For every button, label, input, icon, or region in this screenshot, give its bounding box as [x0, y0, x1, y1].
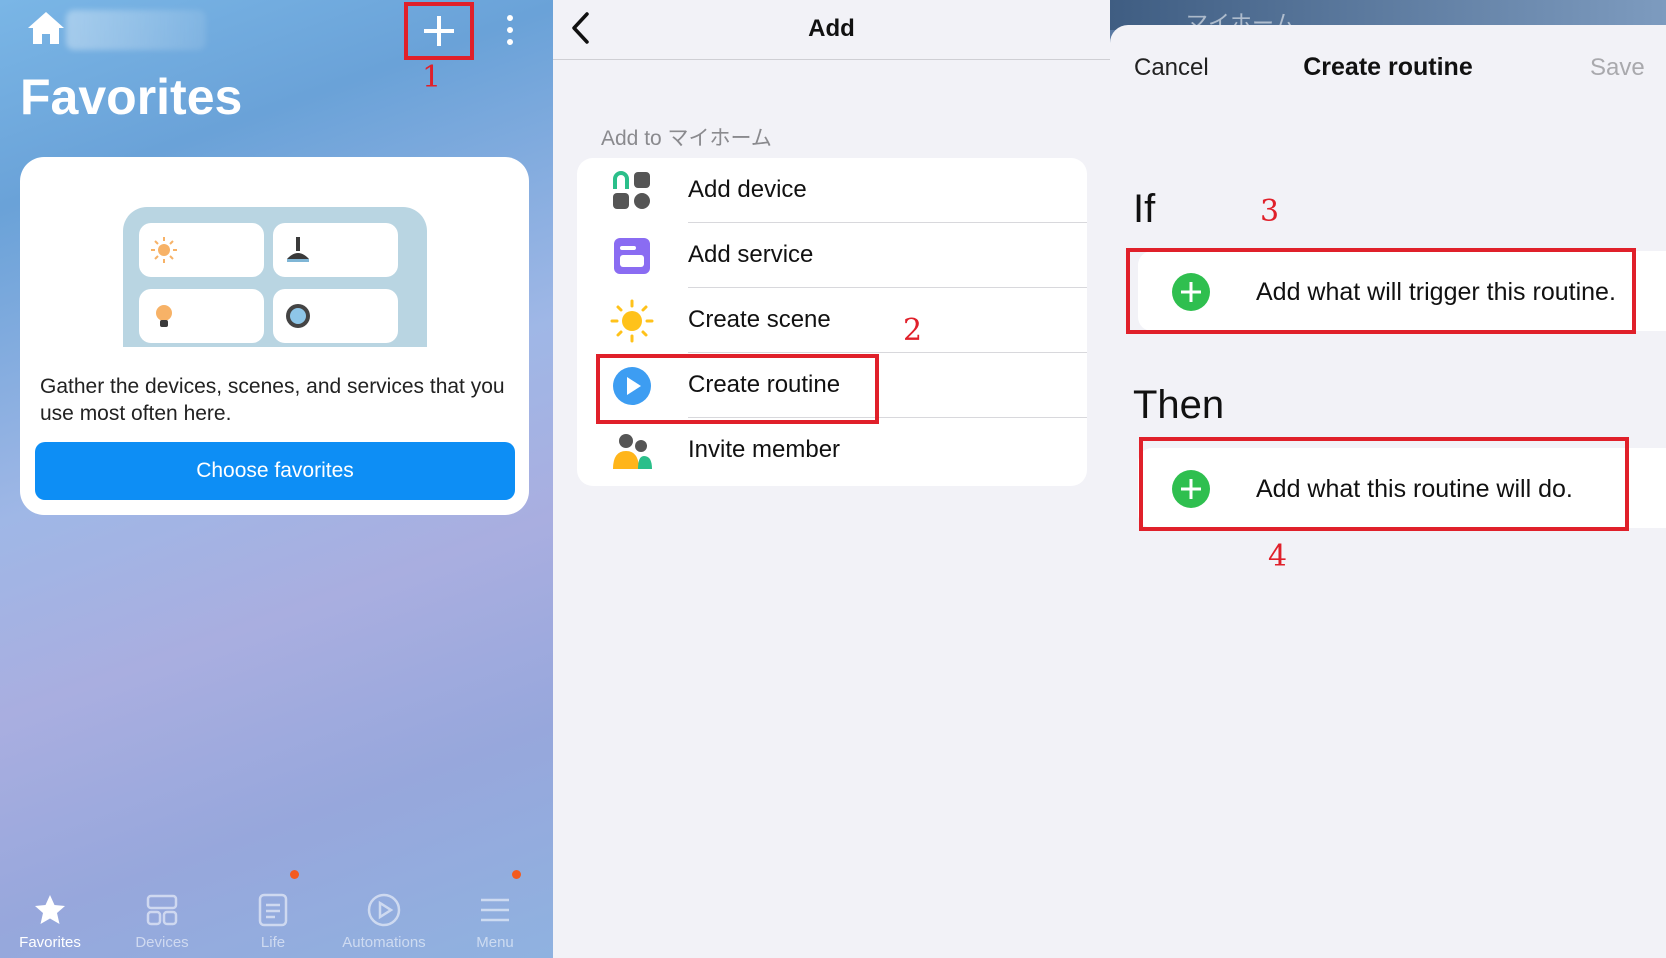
more-options-icon[interactable]: [498, 10, 522, 50]
notification-badge: [512, 870, 521, 879]
play-circle-icon: [367, 893, 401, 927]
list-item-label: Add device: [688, 176, 807, 203]
devices-grid-icon: [146, 894, 178, 926]
home-name-blurred[interactable]: [66, 10, 206, 50]
highlight-box-4: [1139, 437, 1629, 531]
section-label: Add to マイホーム: [601, 127, 772, 150]
save-button[interactable]: Save: [1590, 54, 1645, 82]
robot-cleaner-icon: [286, 304, 310, 328]
tab-life[interactable]: Life: [218, 870, 328, 958]
sheet-title: Create routine: [1303, 53, 1473, 81]
tab-favorites[interactable]: Favorites: [0, 878, 105, 958]
menu-icon: [481, 898, 509, 922]
service-icon: [614, 238, 650, 274]
empty-state-message: Gather the devices, scenes, and services…: [40, 375, 505, 425]
create-scene-item[interactable]: Create scene: [577, 288, 1087, 353]
add-nav-bar: Add: [553, 0, 1110, 60]
tab-label: Life: [260, 934, 286, 951]
tab-label: Devices: [135, 934, 189, 951]
step-number-1: 1: [422, 60, 442, 95]
step-number-3: 3: [1260, 194, 1280, 229]
sun-icon: [610, 299, 654, 343]
favorites-panel: Favorites Gather the devices, scenes, an…: [0, 0, 553, 958]
members-icon: [613, 434, 652, 469]
choose-favorites-button[interactable]: Choose favorites: [35, 442, 515, 500]
bottom-tab-bar: Favorites Devices Life Automations Menu: [0, 870, 553, 958]
tab-menu[interactable]: Menu: [440, 870, 550, 958]
highlight-box-3: [1126, 248, 1636, 334]
add-device-icon: [613, 171, 650, 209]
highlight-box-1: [404, 2, 474, 60]
create-routine-panel: マイホーム Cancel Create routine Save If Add …: [1110, 0, 1666, 958]
if-section-label: If: [1133, 187, 1156, 231]
list-item-label: Create scene: [688, 306, 831, 333]
star-icon: [35, 895, 65, 924]
step-number-2: 2: [903, 313, 923, 348]
bulb-icon: [156, 305, 172, 327]
then-section-label: Then: [1133, 383, 1225, 427]
favorites-empty-card: Gather the devices, scenes, and services…: [20, 157, 529, 515]
tab-devices[interactable]: Devices: [107, 878, 217, 958]
list-item-label: Invite member: [688, 436, 841, 463]
tab-automations[interactable]: Automations: [329, 878, 439, 958]
tab-label: Menu: [476, 934, 514, 951]
tab-label: Favorites: [19, 934, 81, 951]
add-panel: Add Add to マイホーム Add device Add service: [553, 0, 1110, 958]
step-number-4: 4: [1268, 539, 1288, 574]
highlight-box-2: [596, 354, 879, 424]
add-title: Add: [808, 15, 855, 42]
home-icon[interactable]: [26, 10, 66, 46]
add-device-item[interactable]: Add device: [577, 158, 1087, 223]
favorites-illustration: [123, 207, 427, 347]
invite-member-item[interactable]: Invite member: [577, 418, 1087, 483]
list-item-label: Add service: [688, 241, 814, 268]
life-icon: [258, 893, 288, 927]
sun-icon: [151, 237, 177, 263]
add-service-item[interactable]: Add service: [577, 223, 1087, 288]
add-options-list: Add device Add service Create scene Crea…: [577, 158, 1087, 486]
notification-badge: [290, 870, 299, 879]
page-title: Favorites: [20, 69, 243, 125]
vacuum-icon: [287, 237, 309, 262]
tab-label: Automations: [342, 934, 426, 951]
